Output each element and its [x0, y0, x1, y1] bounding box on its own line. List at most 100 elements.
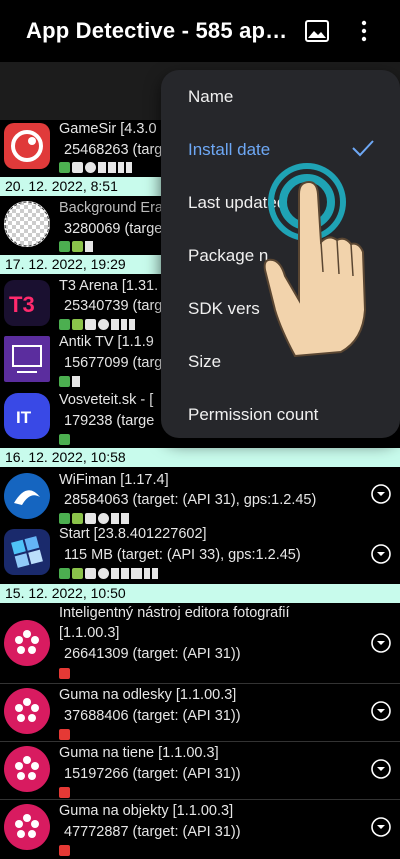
app-meta: 28584063 (target: (API 31), gps:1.2.45) [64, 492, 317, 508]
app-name: Guma na tiene [1.1.00.3] [59, 745, 219, 761]
app-name: T3 Arena [1.31. [59, 278, 159, 294]
app-icon: IT [4, 393, 50, 439]
app-name: Inteligentný nástroj editora fotografií [59, 605, 290, 621]
svg-text:T3: T3 [9, 292, 35, 317]
permission-badges [59, 318, 135, 330]
app-icon [4, 336, 50, 382]
app-bar: App Detective - 585 ap… [0, 0, 400, 62]
mic-icon [121, 318, 127, 330]
list-item[interactable]: Guma na odlesky [1.1.00.3] 37688406 (tar… [0, 684, 400, 741]
app-icon [4, 473, 50, 519]
puzzle-icon [72, 318, 83, 330]
upload-icon [111, 318, 119, 330]
expand-icon[interactable] [371, 484, 391, 504]
camera-icon [72, 161, 83, 173]
expand-icon[interactable] [371, 544, 391, 564]
app-meta: 47772887 (target: (API 31)) [64, 824, 241, 840]
menu-item-package-name[interactable]: Package n [188, 246, 268, 266]
play-store-icon [59, 240, 70, 252]
upload-icon [72, 375, 80, 387]
bluetooth-icon [126, 161, 132, 173]
app-icon [4, 123, 50, 169]
app-name: Background Era [59, 200, 163, 216]
call-icon [121, 567, 129, 579]
app-name: Antik TV [1.1.9 [59, 334, 154, 350]
puzzle-icon [72, 567, 83, 579]
play-store-icon [59, 567, 70, 579]
play-store-icon [59, 375, 70, 387]
app-icon [4, 620, 50, 666]
upload-icon [85, 240, 93, 252]
app-icon [4, 746, 50, 792]
app-name: Guma na objekty [1.1.00.3] [59, 803, 234, 819]
menu-item-size[interactable]: Size [188, 352, 221, 372]
menu-item-install-date[interactable]: Install date [188, 140, 270, 160]
list-item[interactable]: Start [23.8.401227602] 115 MB (target: (… [0, 524, 400, 584]
app-meta: 15197266 (target: (API 31)) [64, 766, 241, 782]
expand-icon[interactable] [371, 759, 391, 779]
app-meta: 26641309 (target: (API 31)) [64, 646, 241, 662]
location-icon [98, 512, 109, 524]
sort-menu: Name Install date Last updated Package n… [161, 70, 400, 438]
permission-badges [59, 433, 70, 445]
play-store-icon [59, 161, 70, 173]
list-item[interactable]: Inteligentný nástroj editora fotografií … [0, 603, 400, 683]
puzzle-icon [72, 512, 83, 524]
call-icon [121, 512, 129, 524]
date-header: 15. 12. 2022, 10:50 [0, 584, 400, 603]
app-version: [1.1.00.3] [59, 625, 120, 641]
call-icon [108, 161, 116, 173]
upload-icon [111, 512, 119, 524]
bluetooth-icon [152, 567, 158, 579]
menu-item-permission-count[interactable]: Permission count [188, 405, 318, 425]
check-icon [352, 140, 374, 157]
camera-icon [85, 567, 96, 579]
svg-text:IT: IT [16, 408, 32, 427]
expand-icon[interactable] [371, 633, 391, 653]
camera-icon [85, 512, 96, 524]
puzzle-icon [72, 240, 83, 252]
app-title: App Detective - 585 ap… [26, 18, 288, 43]
play-store-icon [59, 433, 70, 445]
image-icon[interactable] [305, 20, 329, 42]
permission-badges [59, 512, 129, 524]
app-name: Vosveteit.sk - [ [59, 392, 154, 408]
app-meta: 15677099 (targ [64, 355, 163, 371]
app-meta: 115 MB (target: (API 33), gps:1.2.45) [64, 547, 301, 563]
expand-icon[interactable] [371, 701, 391, 721]
app-store-icon [59, 844, 70, 856]
list-item[interactable]: Guma na objekty [1.1.00.3] 47772887 (tar… [0, 800, 400, 859]
gallery-icon [131, 567, 142, 579]
app-meta: 37688406 (target: (API 31)) [64, 708, 241, 724]
more-vert-icon[interactable] [354, 18, 374, 44]
play-store-icon [59, 512, 70, 524]
location-icon [98, 567, 109, 579]
app-meta: 25340739 (targ [64, 298, 163, 314]
expand-icon[interactable] [371, 817, 391, 837]
app-icon [4, 804, 50, 850]
upload-icon [111, 567, 119, 579]
app-icon [4, 529, 50, 575]
play-store-icon [59, 318, 70, 330]
menu-item-sdk-version[interactable]: SDK vers [188, 299, 260, 319]
app-name: GameSir [4.3.0 [59, 121, 157, 137]
app-meta: 25468263 (targ [64, 142, 163, 158]
permission-badges [59, 375, 80, 387]
bluetooth-icon [129, 318, 135, 330]
date-header: 16. 12. 2022, 10:58 [0, 448, 400, 467]
app-store-icon [59, 728, 70, 740]
menu-item-name[interactable]: Name [188, 87, 233, 107]
menu-item-last-updated[interactable]: Last updated [188, 193, 286, 213]
app-icon: T3 [4, 280, 50, 326]
location-icon [85, 161, 96, 173]
camera-icon [85, 318, 96, 330]
location-icon [98, 318, 109, 330]
permission-badges [59, 844, 70, 856]
mic-icon [118, 161, 124, 173]
permission-badges [59, 240, 93, 252]
app-store-icon [59, 786, 70, 798]
app-store-icon [59, 667, 70, 679]
list-item[interactable]: WiFiman [1.17.4] 28584063 (target: (API … [0, 467, 400, 524]
list-item[interactable]: Guma na tiene [1.1.00.3] 15197266 (targe… [0, 742, 400, 799]
permission-badges [59, 161, 132, 173]
